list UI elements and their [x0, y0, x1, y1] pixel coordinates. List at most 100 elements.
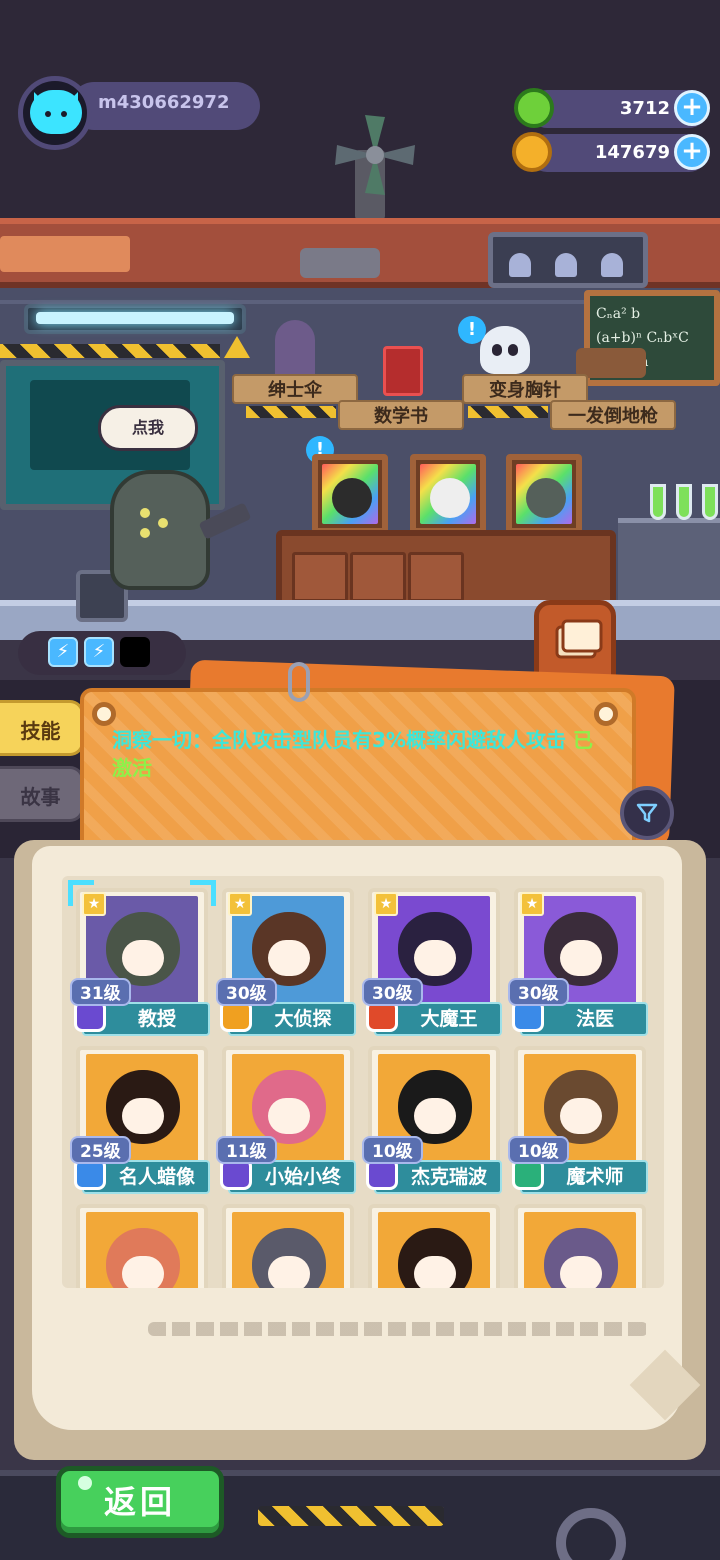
robot-eye	[158, 518, 168, 528]
blurred-text	[148, 1322, 648, 1336]
tab-story[interactable]: 故事	[0, 766, 84, 822]
professor-character[interactable]	[110, 470, 210, 590]
gun-item[interactable]	[576, 348, 646, 378]
portrait-frame[interactable]	[410, 454, 486, 534]
talk-bubble[interactable]: 点我	[98, 405, 198, 451]
gold-planet-coin-icon	[512, 132, 552, 172]
warning-icon	[224, 336, 250, 358]
cat-avatar-icon	[30, 90, 82, 134]
character-level: 30级	[508, 978, 569, 1006]
character-card[interactable]	[222, 1204, 354, 1288]
character-face	[268, 1098, 310, 1134]
character-card[interactable]: ★ 法医 30级	[508, 888, 648, 1038]
shelf-stripe	[468, 406, 548, 418]
character-level: 25级	[70, 1136, 131, 1164]
button-shine	[78, 1476, 92, 1490]
character-level: 11级	[216, 1136, 277, 1164]
portrait-frame[interactable]	[506, 454, 582, 534]
character-level: 10级	[508, 1136, 569, 1164]
character-portrait	[524, 1212, 636, 1288]
cards-icon	[555, 619, 603, 659]
desk-drawer	[292, 552, 348, 602]
lamp-light	[36, 312, 234, 324]
lab-table	[618, 518, 720, 610]
portrait-frame[interactable]	[312, 454, 388, 534]
character-card[interactable]: 小始小终 11级	[216, 1046, 356, 1196]
star-icon: ★	[520, 892, 544, 916]
character-card[interactable]: 名人蜡像 25级	[70, 1046, 210, 1196]
fan-icon	[335, 115, 415, 195]
desk-drawer	[408, 552, 464, 602]
character-level: 30级	[216, 978, 277, 1006]
character-portrait	[378, 1212, 490, 1288]
character-level: 31级	[70, 978, 131, 1006]
tab-skill[interactable]: 技能	[0, 700, 84, 756]
character-card[interactable]	[514, 1204, 646, 1288]
umbrella-item[interactable]	[275, 320, 315, 376]
character-portrait	[232, 1212, 344, 1288]
energy-empty-icon	[120, 637, 150, 667]
energy-charged-icon: ⚡	[48, 637, 78, 667]
pin-icon	[92, 702, 116, 726]
roof-vent	[300, 248, 380, 278]
blackboard-line: (a+b)ⁿ CₙbˣC	[596, 330, 689, 346]
alert-bubble-icon[interactable]: !	[458, 316, 486, 344]
star-icon: ★	[374, 892, 398, 916]
skull-eye	[508, 344, 518, 356]
character-card[interactable]	[76, 1204, 208, 1288]
ghost-icon	[509, 253, 531, 277]
ghost-sign	[488, 232, 648, 288]
skill-description: 洞察一切：全队攻击型队员有3%概率闪避敌人攻击 已激活	[112, 726, 602, 782]
character-grid: ★ 教授 31级 ★ 大侦探 30级 ★ 大魔王 30级 ★ 法医 30级名人蜡像 25级 小始小终 11级…	[62, 876, 664, 1288]
character-face	[122, 1256, 164, 1288]
character-face	[122, 940, 164, 976]
roof-vent	[0, 236, 130, 272]
test-tube	[650, 484, 666, 520]
paper-clip-icon	[288, 662, 310, 702]
shelf-stripe	[246, 406, 336, 418]
character-card[interactable]: 杰克瑞波 10级	[362, 1046, 502, 1196]
bottom-hazard-stripe	[258, 1506, 444, 1526]
add-coins-button[interactable]: +	[674, 134, 710, 170]
character-face	[414, 1098, 456, 1134]
character-face	[268, 1256, 310, 1288]
test-tube	[702, 484, 718, 520]
coin-count: 147679	[594, 142, 670, 163]
math-book-item[interactable]	[383, 346, 423, 396]
character-level: 30级	[362, 978, 423, 1006]
ghost-icon	[601, 253, 623, 277]
test-tube	[676, 484, 692, 520]
energy-charged-icon: ⚡	[84, 637, 114, 667]
selection-corner	[190, 880, 216, 906]
skull-item[interactable]	[480, 326, 530, 374]
character-level: 10级	[362, 1136, 423, 1164]
gem-count: 3712	[619, 98, 670, 119]
character-card[interactable]: ★ 教授 31级	[68, 880, 216, 1038]
character-card[interactable]	[368, 1204, 500, 1288]
character-face	[560, 1256, 602, 1288]
character-card[interactable]: 魔术师 10级	[508, 1046, 648, 1196]
skull-eye	[492, 344, 502, 356]
character-card[interactable]: ★ 大侦探 30级	[216, 888, 356, 1038]
robot-eye	[140, 508, 150, 518]
ghost-icon	[555, 253, 577, 277]
character-face	[268, 940, 310, 976]
character-face	[122, 1098, 164, 1134]
desk-drawer	[350, 552, 406, 602]
hazard-stripe	[0, 344, 220, 358]
skill-text: 洞察一切：全队攻击型队员有3%概率闪避敌人攻击	[112, 728, 566, 752]
add-gems-button[interactable]: +	[674, 90, 710, 126]
shelf-label-math-book: 数学书	[338, 400, 464, 430]
filter-icon	[636, 803, 658, 823]
star-icon: ★	[228, 892, 252, 916]
selection-corner	[68, 880, 94, 906]
character-face	[414, 1256, 456, 1288]
blackboard-line: Cₙa² b	[596, 306, 641, 322]
robot-eye	[140, 528, 150, 538]
filter-button[interactable]	[620, 786, 674, 840]
pin-icon	[594, 702, 618, 726]
player-name: m430662972	[98, 92, 230, 113]
character-card[interactable]: ★ 大魔王 30级	[362, 888, 502, 1038]
character-portrait	[86, 1212, 198, 1288]
character-face	[560, 940, 602, 976]
